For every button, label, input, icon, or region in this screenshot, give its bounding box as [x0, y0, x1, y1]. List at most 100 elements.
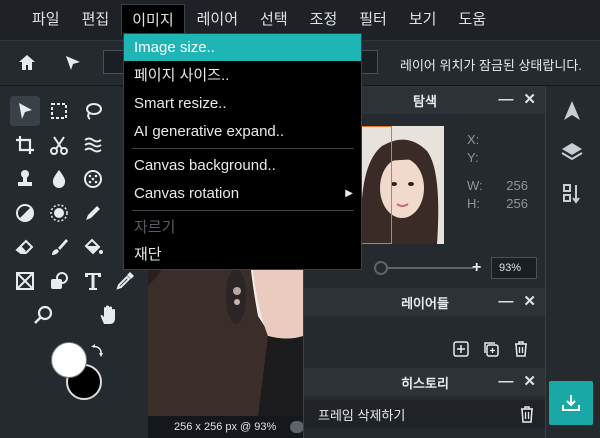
marquee-tool[interactable]	[44, 96, 74, 126]
navigator-minimize-button[interactable]: —	[498, 92, 513, 108]
zoom-in-button[interactable]: +	[472, 259, 481, 277]
drop-icon	[52, 170, 66, 188]
navigator-x-label: X:	[467, 132, 480, 147]
history-minimize-button[interactable]: —	[498, 374, 513, 390]
fill-tool[interactable]	[78, 232, 108, 262]
zoom-slider-knob[interactable]	[374, 261, 388, 275]
menu-image-size[interactable]: Image size..	[124, 34, 361, 61]
layers-panel-header: 레이어들 — ✕	[304, 288, 546, 316]
move-tool[interactable]	[10, 96, 40, 126]
sponge-tool[interactable]	[44, 198, 74, 228]
navigator-h-label: H:	[467, 196, 480, 211]
add-layer-icon[interactable]	[452, 340, 470, 358]
menu-separator	[132, 148, 354, 149]
frame-tool[interactable]	[10, 266, 40, 296]
menu-help[interactable]: 도움	[448, 4, 496, 36]
stamp-tool[interactable]	[10, 164, 40, 194]
paint-bucket-icon	[84, 238, 103, 255]
menu-select[interactable]: 선택	[250, 4, 298, 36]
history-close-button[interactable]: ✕	[523, 374, 536, 390]
delete-layer-icon[interactable]	[512, 340, 530, 358]
move-tool-option-button[interactable]	[60, 50, 86, 76]
history-toggle-icon[interactable]	[559, 181, 585, 207]
pencil-icon	[86, 206, 100, 220]
home-icon	[19, 55, 35, 70]
marquee-icon	[51, 103, 67, 119]
menu-view[interactable]: 보기	[399, 4, 447, 36]
eraser-tool[interactable]	[10, 232, 40, 262]
layers-close-button[interactable]: ✕	[523, 294, 536, 310]
right-icon-strip	[545, 86, 600, 438]
menu-filter[interactable]: 필터	[349, 4, 397, 36]
navigator-toggle-icon[interactable]	[559, 98, 585, 124]
shapes-icon	[51, 272, 68, 289]
hand-icon	[100, 305, 115, 324]
navigator-title: 탐색	[413, 93, 437, 109]
navigator-h-value: 256	[506, 196, 528, 211]
zoom-tool[interactable]	[28, 300, 58, 330]
menu-canvas-rotation[interactable]: Canvas rotation ▶	[124, 180, 361, 207]
home-button[interactable]	[14, 50, 40, 76]
menu-image[interactable]: 이미지	[121, 4, 185, 36]
menu-file[interactable]: 파일	[22, 4, 70, 36]
crop-icon	[16, 136, 34, 154]
lasso-tool[interactable]	[78, 96, 108, 126]
blur-tool[interactable]	[44, 164, 74, 194]
zoom-slider-track[interactable]	[374, 267, 474, 269]
navigator-w-value: 256	[506, 178, 528, 193]
hand-tool[interactable]	[93, 300, 123, 330]
submenu-arrow-icon: ▶	[345, 188, 353, 199]
export-button[interactable]	[549, 381, 593, 425]
menu-ai-generative-expand[interactable]: AI generative expand..	[124, 118, 361, 145]
paintbrush-icon	[52, 239, 68, 255]
text-tool[interactable]	[78, 266, 108, 296]
shape-tool[interactable]	[44, 266, 74, 296]
history-entry[interactable]: 프레임 삭제하기	[304, 400, 546, 428]
dotted-circle-icon	[84, 170, 102, 188]
lasso-icon	[86, 103, 102, 120]
menu-canvas-background[interactable]: Canvas background..	[124, 152, 361, 179]
canvas-size-zoom: 256 x 256 px @ 93%	[174, 421, 277, 433]
eyedropper-icon	[116, 272, 134, 290]
brush-tool[interactable]	[78, 198, 108, 228]
history-panel-header: 히스토리 — ✕	[304, 368, 546, 396]
pointer-icon	[19, 103, 32, 119]
trash-icon[interactable]	[519, 405, 535, 423]
pointer-icon	[66, 56, 80, 70]
crop-tool[interactable]	[10, 130, 40, 160]
pattern-tool[interactable]	[78, 164, 108, 194]
navigator-w-label: W:	[467, 178, 483, 193]
menu-adjust[interactable]: 조정	[300, 4, 348, 36]
menu-smart-resize[interactable]: Smart resize..	[124, 90, 361, 117]
eyedropper-tool[interactable]	[110, 266, 140, 296]
menu-layer[interactable]: 레이어	[187, 4, 248, 36]
option-field[interactable]	[362, 50, 378, 74]
layers-title: 레이어들	[401, 295, 449, 311]
navigator-y-label: Y:	[467, 150, 479, 165]
paintbrush-tool[interactable]	[44, 232, 74, 262]
navigator-close-button[interactable]: ✕	[523, 92, 536, 108]
download-icon	[562, 395, 580, 411]
menu-crop: 자르기	[134, 219, 176, 236]
duplicate-layer-icon[interactable]	[482, 340, 500, 358]
liquify-tool[interactable]	[78, 130, 108, 160]
dodge-tool[interactable]	[10, 198, 40, 228]
text-icon	[85, 273, 101, 290]
status-toggle[interactable]	[290, 421, 304, 433]
foreground-color-swatch[interactable]	[51, 342, 87, 378]
history-entry-label: 프레임 삭제하기	[318, 407, 406, 423]
lock-option-field[interactable]	[103, 50, 123, 74]
zoom-input[interactable]: 93%	[491, 257, 537, 279]
waves-icon	[84, 137, 102, 153]
menu-page-size[interactable]: 페이지 사이즈..	[124, 62, 361, 89]
swap-colors-icon[interactable]	[90, 344, 104, 358]
history-title: 히스토리	[401, 375, 449, 391]
menu-trim[interactable]: 재단	[124, 241, 361, 268]
cut-tool[interactable]	[44, 130, 74, 160]
menu-separator	[132, 210, 354, 211]
menu-edit[interactable]: 편집	[72, 4, 120, 36]
canvas-status-bar: 256 x 256 px @ 93%	[148, 416, 303, 438]
layers-toggle-icon[interactable]	[559, 139, 585, 165]
stamp-icon	[18, 170, 32, 186]
layers-minimize-button[interactable]: —	[498, 294, 513, 310]
